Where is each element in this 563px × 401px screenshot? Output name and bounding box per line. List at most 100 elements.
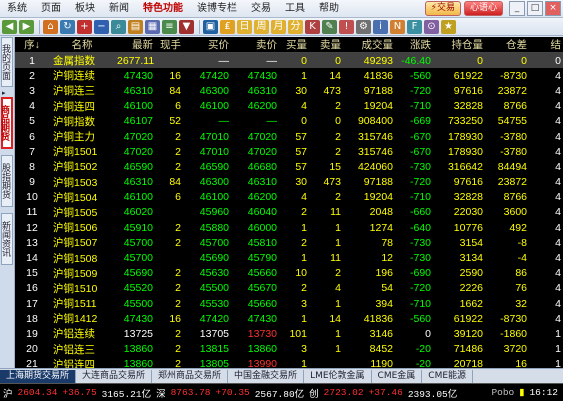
table-row[interactable]: 1 金属指数 2677.11— —0 0 49293 -46.40 0 0 0 bbox=[15, 52, 563, 69]
tab-shfe[interactable]: 上海期货交易所 bbox=[0, 370, 77, 383]
cell-bid: 47420 bbox=[199, 69, 229, 82]
filter-icon[interactable]: ▼ bbox=[179, 19, 194, 34]
calendar-day-icon[interactable]: 日 bbox=[237, 19, 252, 34]
menu-item-tools[interactable]: 工具 bbox=[278, 0, 312, 17]
table-row[interactable]: 7 沪铜1501 47020 2 47010 47020 57 2 315746 -670 1789… bbox=[15, 144, 563, 159]
col-header-change[interactable]: 涨跌 bbox=[395, 37, 433, 53]
menu-item-features[interactable]: 特色功能 bbox=[136, 0, 190, 17]
cell-change: -670 bbox=[409, 130, 431, 143]
quote-icon[interactable]: ₤ bbox=[220, 19, 235, 34]
table-row[interactable]: 17 沪铜1511 45500 2 45530 45660 3 1 394 -710 1662 32 4 bbox=[15, 296, 563, 311]
refresh-icon[interactable]: ↻ bbox=[60, 19, 75, 34]
table-row[interactable]: 18 沪铜1412 47430 16 47420 47430 1 14 41836 -560 619… bbox=[15, 311, 563, 326]
calendar-week-icon[interactable]: 周 bbox=[254, 19, 269, 34]
cell-ask: 47020 bbox=[247, 130, 277, 143]
table-row[interactable]: 9 沪铜1503 46310 84 46300 46310 30 473 97188 -720 97… bbox=[15, 175, 563, 190]
f10-icon[interactable]: F bbox=[407, 19, 422, 34]
col-header-settle[interactable]: 结 bbox=[529, 37, 563, 53]
col-header-volume[interactable]: 成交量 bbox=[343, 37, 395, 53]
table-row[interactable]: 16 沪铜1510 45520 2 45500 45670 2 4 54 -720 2226 76 4 bbox=[15, 281, 563, 296]
cell-volume: 41836 bbox=[363, 312, 393, 325]
sz-label: 深 bbox=[156, 388, 166, 400]
col-header-ask[interactable]: 卖价 bbox=[231, 37, 279, 53]
cell-ask: 13860 bbox=[247, 343, 277, 356]
tab-cme-energy[interactable]: CME能源 bbox=[422, 370, 474, 383]
col-header-open-interest[interactable]: 持仓量 bbox=[433, 37, 485, 53]
menu-item-news[interactable]: 新闻 bbox=[102, 0, 136, 17]
table-row[interactable]: 13 沪铜1507 45700 2 45700 45810 2 1 78 -730 3154 -8 4 bbox=[15, 235, 563, 250]
home-icon[interactable]: ⌂ bbox=[43, 19, 58, 34]
chart-icon[interactable]: ▤ bbox=[128, 19, 143, 34]
table-row[interactable]: 15 沪铜1509 45690 2 45630 45660 10 2 196 -690 2590 86… bbox=[15, 266, 563, 281]
settings-icon[interactable]: ⚙ bbox=[356, 19, 371, 34]
left-tab-my-page[interactable]: 我的页面 bbox=[0, 37, 13, 87]
left-tab-index-futures[interactable]: 股指期货 bbox=[0, 155, 13, 207]
tab-dce[interactable]: 大连商品交易所 bbox=[76, 370, 153, 383]
collapse-arrow-icon[interactable]: ▸ bbox=[2, 89, 6, 97]
col-header-current-volume[interactable]: 现手 bbox=[155, 37, 183, 53]
table-row[interactable]: 12 沪铜1506 45910 2 45880 46000 1 1 1274 -640 10776 4… bbox=[15, 220, 563, 235]
news-icon[interactable]: N bbox=[390, 19, 405, 34]
table-row[interactable]: 6 沪铜主力 47020 2 47010 47020 57 2 315746 -670 178930… bbox=[15, 129, 563, 144]
calendar-month-icon[interactable]: 月 bbox=[271, 19, 286, 34]
search-icon[interactable]: ⌕ bbox=[111, 19, 126, 34]
layout-icon[interactable]: ▦ bbox=[145, 19, 160, 34]
menu-item-help[interactable]: 帮助 bbox=[312, 0, 346, 17]
col-header-ask-volume[interactable]: 卖量 bbox=[309, 37, 343, 53]
menu-item-column[interactable]: 诶博专栏 bbox=[190, 0, 244, 17]
cell-seq: 1 bbox=[15, 52, 49, 69]
cell-ask: 46000 bbox=[247, 221, 277, 234]
tab-lme[interactable]: LME伦敦金属 bbox=[304, 370, 372, 383]
table-row[interactable]: 2 沪铜连续 47430 16 47420 47430 1 14 41836 -560 61922 -… bbox=[15, 68, 563, 83]
col-header-last[interactable]: 最新 bbox=[115, 37, 155, 53]
tab-czce[interactable]: 郑州商品交易所 bbox=[152, 370, 229, 383]
table-row[interactable]: 11 沪铜1505 46020 45960 46040 2 11 2048 -660 22030 3… bbox=[15, 205, 563, 220]
menu-item-page[interactable]: 页面 bbox=[34, 0, 68, 17]
col-header-bid[interactable]: 买价 bbox=[183, 37, 231, 53]
tab-cffex[interactable]: 中国金融交易所 bbox=[228, 370, 305, 383]
table-row[interactable]: 4 沪铜连四 46100 6 46100 46200 4 2 19204 -710 32828 876… bbox=[15, 99, 563, 114]
secondary-button[interactable]: 心语心 bbox=[463, 1, 503, 16]
cell-oi-change: -4 bbox=[517, 252, 527, 265]
table-row[interactable]: 10 沪铜1504 46100 6 46100 46200 4 2 19204 -710 32828… bbox=[15, 190, 563, 205]
back-icon[interactable]: ◀ bbox=[2, 19, 17, 34]
minimize-button[interactable]: _ bbox=[509, 1, 525, 16]
menu-item-trade[interactable]: 交易 bbox=[244, 0, 278, 17]
minute-icon[interactable]: 分 bbox=[288, 19, 303, 34]
star-icon[interactable]: ★ bbox=[441, 19, 456, 34]
indicator-icon[interactable]: K bbox=[305, 19, 320, 34]
table-row[interactable]: 3 沪铜连三 46310 84 46300 46310 30 473 97188 -720 9761… bbox=[15, 83, 563, 98]
col-header-bid-volume[interactable]: 买量 bbox=[279, 37, 309, 53]
menu-item-system[interactable]: 系统 bbox=[0, 0, 34, 17]
tab-cme-metal[interactable]: CME金属 bbox=[372, 370, 423, 383]
trade-button[interactable]: ⚡交易 bbox=[424, 1, 461, 16]
left-tab-commodity-futures[interactable]: 商品期货 bbox=[0, 97, 13, 149]
col-header-name[interactable]: 名称 bbox=[49, 37, 115, 53]
table-row[interactable]: 19 沪铝连续 13725 2 13705 13730 101 1 3146 0 39120 -186… bbox=[15, 326, 563, 341]
grid-view-icon[interactable]: ▣ bbox=[203, 19, 218, 34]
left-tab-news[interactable]: 新闻资讯 bbox=[0, 213, 13, 265]
lock-icon[interactable]: ⊙ bbox=[424, 19, 439, 34]
zoom-in-icon[interactable]: + bbox=[77, 19, 92, 34]
table-row[interactable]: 14 沪铜1508 45700 45690 45790 1 11 12 -730 3134 -4 4 bbox=[15, 250, 563, 265]
cell-last: 47020 bbox=[123, 145, 153, 158]
cell-oi-change: 84494 bbox=[497, 160, 527, 173]
table-row[interactable]: 5 沪铜指数 46107 52 — — 0 0 908400 -669 733250 54755 4 bbox=[15, 114, 563, 129]
draw-icon[interactable]: ✎ bbox=[322, 19, 337, 34]
list-icon[interactable]: ≡ bbox=[162, 19, 177, 34]
cell-bid-volume: 4 bbox=[301, 100, 307, 113]
close-button[interactable]: × bbox=[545, 1, 561, 16]
zoom-out-icon[interactable]: − bbox=[94, 19, 109, 34]
info-icon[interactable]: i bbox=[373, 19, 388, 34]
maximize-button[interactable]: □ bbox=[527, 1, 543, 16]
forward-icon[interactable]: ▶ bbox=[19, 19, 34, 34]
alert-icon[interactable]: ! bbox=[339, 19, 354, 34]
cell-ask: 45810 bbox=[247, 236, 277, 249]
table-row[interactable]: 8 沪铜1502 46590 2 46590 46680 57 15 424060 -730 316… bbox=[15, 159, 563, 174]
cell-change: -670 bbox=[409, 145, 431, 158]
sh-index: 2604.34 bbox=[17, 387, 58, 398]
table-row[interactable]: 20 沪铝连三 13860 2 13815 13860 3 1 8452 -20 71486 3720… bbox=[15, 342, 563, 357]
menu-item-sector[interactable]: 板块 bbox=[68, 0, 102, 17]
col-header-oi-change[interactable]: 仓差 bbox=[485, 37, 529, 53]
col-header-seq[interactable]: 序↓ bbox=[15, 37, 49, 53]
